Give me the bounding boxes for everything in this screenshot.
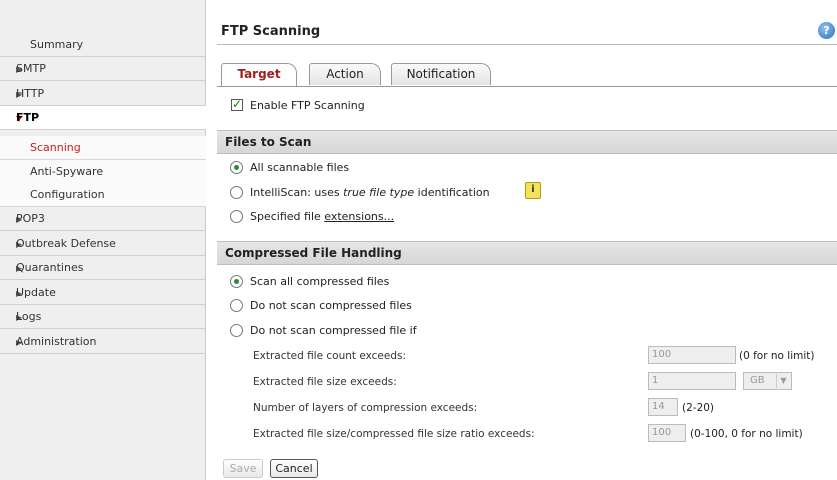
help-icon[interactable]: ? [818,22,835,39]
expand-arrow-icon: ▶ [16,240,23,249]
extracted-count-label: Extracted file count exceeds: [253,350,407,362]
sidebar-item-summary[interactable]: Summary [0,33,206,57]
compressed-file-handling-heading: Compressed File Handling [217,241,837,265]
main-panel: FTP Scanning ? Target Action Notificatio… [207,0,837,480]
sidebar-item-label: Administration [16,335,97,348]
sidebar-item-quarantines[interactable]: ▶Quarantines [0,256,206,280]
page-title: FTP Scanning [221,24,321,39]
sidebar: Summary ▶SMTP ▶HTTP ▼FTP Scanning Anti-S… [0,0,206,480]
expand-arrow-icon: ▶ [16,215,23,224]
sidebar-item-pop3[interactable]: ▶POP3 [0,207,206,231]
sidebar-item-label: Outbreak Defense [16,237,116,250]
size-ratio-label: Extracted file size/compressed file size… [253,428,535,440]
chevron-down-icon: ▼ [776,374,790,388]
files-to-scan-heading: Files to Scan [217,130,837,154]
sidebar-item-ftp[interactable]: ▼FTP [0,106,206,130]
collapse-arrow-icon: ▼ [16,114,23,123]
sidebar-item-anti-spyware[interactable]: Anti-Spyware [0,160,206,184]
enable-ftp-scanning-checkbox[interactable] [231,97,243,111]
intelliscan-label: IntelliScan: uses true file type identif… [250,186,490,199]
size-unit-select[interactable]: GB ▼ [743,372,792,390]
sidebar-item-label: HTTP [16,87,45,100]
sidebar-item-logs[interactable]: ▶Logs [0,305,206,329]
sidebar-item-label: Scanning [30,141,81,154]
specified-extensions-radio[interactable] [230,210,243,223]
compression-layers-label: Number of layers of compression exceeds: [253,402,478,414]
extracted-count-field[interactable]: 100 [648,346,736,364]
title-divider [217,44,837,45]
enable-ftp-scanning-label: Enable FTP Scanning [250,99,365,112]
expand-arrow-icon: ▶ [16,289,23,298]
extracted-size-field[interactable]: 1 [648,372,736,390]
sidebar-item-label: FTP [16,111,40,124]
specified-extensions-label: Specified file extensions... [250,210,394,223]
all-scannable-files-label: All scannable files [250,161,350,174]
specified-prefix: Specified file [250,210,325,223]
do-not-scan-compressed-radio[interactable] [230,299,243,312]
sidebar-item-label: Summary [30,38,84,51]
expand-arrow-icon: ▶ [16,264,23,273]
sidebar-item-smtp[interactable]: ▶SMTP [0,57,206,81]
sidebar-item-update[interactable]: ▶Update [0,281,206,305]
ratio-hint: (0-100, 0 for no limit) [690,428,803,440]
sidebar-item-label: Configuration [30,188,105,201]
sidebar-item-scanning[interactable]: Scanning [0,136,206,160]
sidebar-item-label: POP3 [16,212,45,225]
size-ratio-field[interactable]: 100 [648,424,686,442]
tab-target[interactable]: Target [221,63,297,86]
sidebar-item-configuration[interactable]: Configuration [0,183,206,207]
extracted-size-label: Extracted file size exceeds: [253,376,397,388]
do-not-scan-if-label: Do not scan compressed file if [250,324,417,337]
expand-arrow-icon: ▶ [16,313,23,322]
cancel-button[interactable]: Cancel [270,459,318,478]
intelliscan-prefix: IntelliScan: uses [250,186,344,199]
do-not-scan-compressed-label: Do not scan compressed files [250,299,412,312]
save-button[interactable]: Save [223,459,263,478]
tab-notification[interactable]: Notification [391,63,491,85]
expand-arrow-icon: ▶ [16,338,23,347]
tab-divider [217,86,837,87]
sidebar-item-label: Anti-Spyware [30,165,104,178]
size-unit-value: GB [750,375,765,386]
info-note-icon[interactable]: i [525,182,541,199]
intelliscan-italic: true file type [343,186,415,199]
sidebar-item-label: Quarantines [16,261,84,274]
tab-bar: Target Action Notification [221,63,837,87]
sidebar-item-label: SMTP [16,62,46,75]
all-scannable-files-radio[interactable] [230,161,243,174]
extensions-link[interactable]: extensions... [324,210,394,223]
compression-layers-field[interactable]: 14 [648,398,678,416]
do-not-scan-if-radio[interactable] [230,324,243,337]
sidebar-item-outbreak-defense[interactable]: ▶Outbreak Defense [0,232,206,256]
scan-all-compressed-radio[interactable] [230,275,243,288]
intelliscan-suffix: identification [414,186,490,199]
expand-arrow-icon: ▶ [16,65,23,74]
sidebar-item-http[interactable]: ▶HTTP [0,82,206,106]
count-hint: (0 for no limit) [739,350,815,362]
intelliscan-radio[interactable] [230,186,243,199]
scan-all-compressed-label: Scan all compressed files [250,275,390,288]
expand-arrow-icon: ▶ [16,90,23,99]
tab-action[interactable]: Action [309,63,381,85]
sidebar-item-administration[interactable]: ▶Administration [0,330,206,354]
sidebar-item-label: Logs [16,310,42,323]
layers-hint: (2-20) [682,402,715,414]
sidebar-item-label: Update [16,286,56,299]
